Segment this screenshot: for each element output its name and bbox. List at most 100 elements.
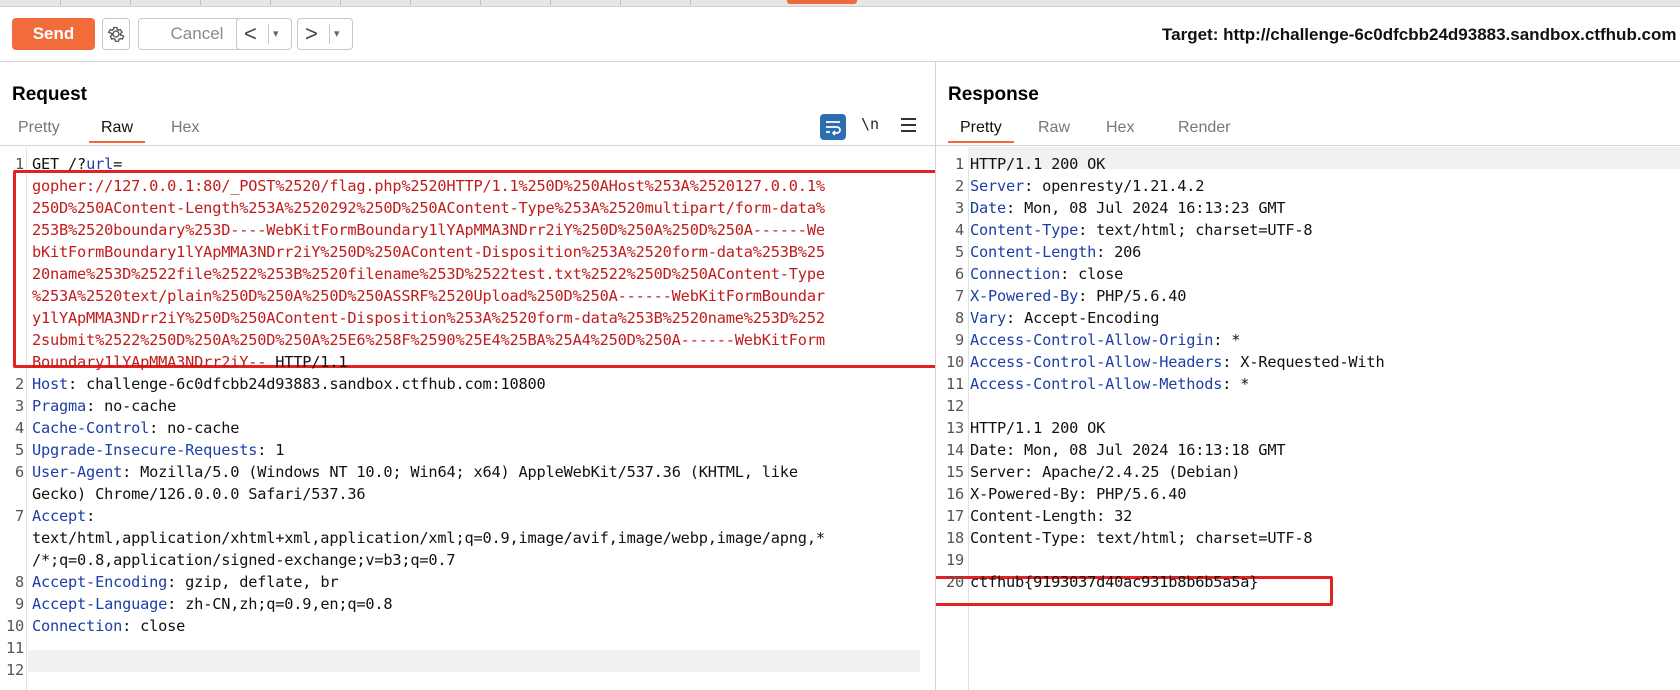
line-number: 16 [945, 485, 964, 503]
line-number: 6 [14, 463, 24, 481]
forward-button-group[interactable]: > ▾ [297, 18, 353, 50]
gear-icon [107, 26, 125, 42]
line-text: Server: Apache/2.4.25 (Debian) [970, 461, 1240, 483]
line-text: Content-Type: text/html; charset=UTF-8 [970, 219, 1313, 241]
line-number: 5 [954, 243, 964, 261]
line-number: 9 [954, 331, 964, 349]
line-text: y1lYApMMA3NDrr2iY%250D%250AContent-Dispo… [32, 307, 825, 329]
tab-pretty[interactable]: Pretty [18, 115, 60, 141]
response-editor[interactable]: 1 HTTP/1.1 200 OK 2 Server: openresty/1.21.… [936, 147, 1680, 690]
line-text: Accept-Encoding: gzip, deflate, br [32, 571, 339, 593]
tab-separator [690, 0, 691, 5]
header-value: : challenge-6c0dfcbb24d93883.sandbox.ctf… [68, 375, 546, 393]
newline-toggle-icon[interactable]: \n [861, 115, 879, 133]
target-label: Target: http://challenge-6c0dfcbb24d9388… [1162, 25, 1677, 44]
header-value: : X-Requested-With [1222, 353, 1385, 371]
tab-underline [936, 145, 1680, 146]
chevron-right-icon[interactable]: > [305, 22, 318, 46]
line-text: Connection: close [32, 615, 185, 637]
header-name: X-Powered-By [970, 287, 1079, 305]
line-number: 5 [14, 441, 24, 459]
line-text: Connection: close [970, 263, 1123, 285]
line-text: Boundary1lYApMMA3NDrr2iY-- HTTP/1.1 [32, 351, 348, 373]
tab-render[interactable]: Render [1178, 115, 1230, 141]
header-value: Content-Length: 32 [970, 507, 1133, 525]
tab-separator [620, 0, 621, 5]
payload-text: gopher://127.0.0.1:80/_POST%2520/flag.ph… [32, 177, 825, 195]
line-text: Access-Control-Allow-Headers: X-Requeste… [970, 351, 1385, 373]
menu-icon[interactable] [901, 118, 916, 136]
tab-pretty[interactable]: Pretty [948, 115, 1014, 143]
line-number: 14 [945, 441, 964, 459]
line-number: 2 [954, 177, 964, 195]
header-value: : [86, 507, 96, 525]
header-value: : Mozilla/5.0 (Windows NT 10.0; Win64; x… [122, 463, 798, 481]
line-text: GET /?url= [32, 153, 122, 175]
header-value: HTTP/1.1 200 OK [970, 419, 1106, 437]
back-button-group[interactable]: < ▾ [236, 18, 292, 50]
divider [268, 24, 269, 44]
header-value: GET /? [32, 155, 87, 173]
settings-button[interactable] [102, 18, 130, 50]
header-name: Content-Length [970, 243, 1097, 261]
header-name: Connection [32, 617, 123, 635]
line-text: Content-Length: 32 [970, 505, 1132, 527]
line-text: gopher://127.0.0.1:80/_POST%2520/flag.ph… [32, 175, 825, 197]
tab-underline [0, 145, 935, 146]
header-name: Access-Control-Allow-Headers [970, 353, 1223, 371]
top-tab-strip [0, 0, 1680, 7]
header-value: HTTP/1.1 200 OK [970, 155, 1106, 173]
header-value: : Accept-Encoding [1006, 309, 1160, 327]
active-top-tab[interactable] [787, 0, 857, 4]
line-number: 4 [954, 221, 964, 239]
line-text: 20name%253D%2522file%2522%253B%2520filen… [32, 263, 825, 285]
payload-text: bKitFormBoundary1lYApMMA3NDrr2iY%250D%25… [32, 243, 825, 261]
line-number: 20 [945, 573, 964, 591]
line-text: 250D%250AContent-Length%253A%2520292%250… [32, 197, 825, 219]
header-name: Content-Type [970, 221, 1079, 239]
send-button[interactable]: Send [12, 18, 95, 50]
chevron-left-icon[interactable]: < [244, 22, 257, 46]
chevron-down-icon[interactable]: ▾ [334, 26, 340, 42]
wrap-lines-icon [826, 121, 841, 136]
line-text: 2submit%2522%250D%250A%250D%250A%25E6%25… [32, 329, 825, 351]
header-value: : no-cache [86, 397, 177, 415]
header-value: Date: Mon, 08 Jul 2024 16:13:18 GMT [970, 441, 1286, 459]
tab-raw[interactable]: Raw [88, 115, 146, 143]
line-number: 8 [14, 573, 24, 591]
header-value: : openresty/1.21.4.2 [1024, 177, 1205, 195]
line-text: Upgrade-Insecure-Requests: 1 [32, 439, 284, 461]
header-name: Access-Control-Allow-Origin [970, 331, 1214, 349]
header-value: : zh-CN,zh;q=0.9,en;q=0.8 [167, 595, 393, 613]
line-number: 3 [954, 199, 964, 217]
header-name: Host [32, 375, 69, 393]
line-text: Cache-Control: no-cache [32, 417, 239, 439]
wrap-toggle-button[interactable] [820, 114, 846, 140]
chevron-down-icon[interactable]: ▾ [273, 26, 279, 42]
line-text: Server: openresty/1.21.4.2 [970, 175, 1204, 197]
tab-separator [410, 0, 411, 5]
line-text: Date: Mon, 08 Jul 2024 16:13:23 GMT [970, 197, 1286, 219]
request-editor[interactable]: 1 GET /?url= gopher://127.0.0.1:80/_POST%2… [0, 147, 935, 690]
payload-text: 253B%2520boundary%253D----WebKitFormBoun… [32, 221, 825, 239]
line-number: 4 [14, 419, 24, 437]
tab-hex[interactable]: Hex [171, 115, 199, 141]
line-text: %253A%2520text/plain%250D%250A%250D%250A… [32, 285, 825, 307]
line-text: Access-Control-Allow-Methods: * [970, 373, 1250, 395]
header-value: : text/html; charset=UTF-8 [1078, 221, 1313, 239]
line-text: Content-Type: text/html; charset=UTF-8 [970, 527, 1313, 549]
tab-separator [60, 0, 61, 5]
header-value: : close [122, 617, 186, 635]
payload-text: 20name%253D%2522file%2522%253B%2520filen… [32, 265, 825, 283]
header-value: Server: Apache/2.4.25 (Debian) [970, 463, 1241, 481]
header-value: /*;q=0.8,application/signed-exchange;v=b… [32, 551, 456, 569]
line-text: HTTP/1.1 200 OK [970, 417, 1105, 439]
tab-hex[interactable]: Hex [1106, 115, 1134, 141]
line-number: 9 [14, 595, 24, 613]
request-panel: Request Pretty Raw Hex \n 1 GET /?url= gop… [0, 62, 936, 690]
tab-separator [550, 0, 551, 5]
line-text: Content-Length: 206 [970, 241, 1141, 263]
payload-text: Boundary1lYApMMA3NDrr2iY-- [32, 353, 267, 371]
line-number: 10 [5, 617, 24, 635]
tab-raw[interactable]: Raw [1038, 115, 1070, 141]
